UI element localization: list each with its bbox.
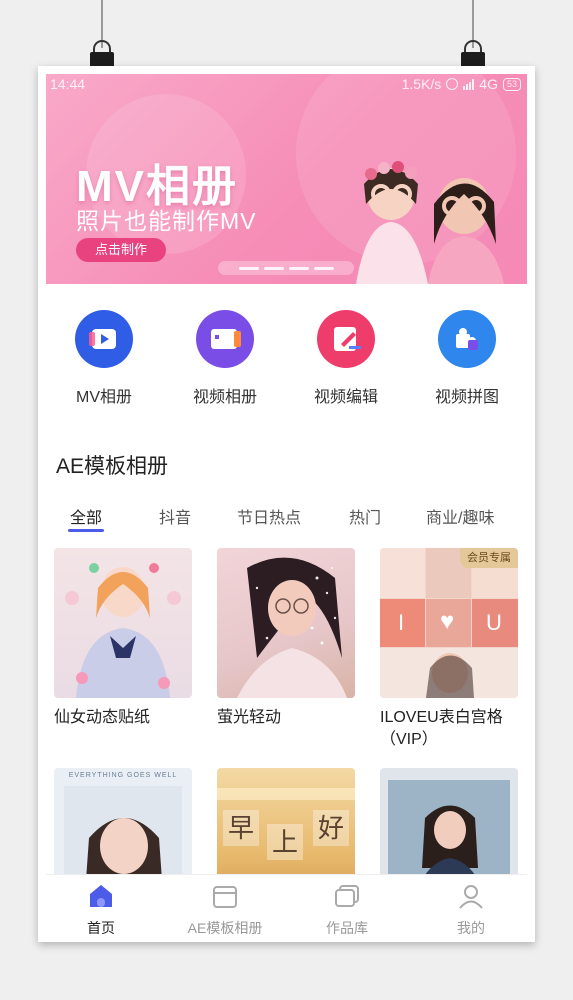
nav-home[interactable]: 首页 [46, 883, 156, 934]
grid-letter: U [486, 610, 502, 635]
nav-profile[interactable]: 我的 [416, 883, 526, 934]
banner-girls-photo [356, 161, 504, 284]
morning-char: 早 [223, 810, 259, 846]
nav-label: 我的 [457, 920, 485, 934]
promo-banner[interactable]: 14:44 1.5K/s 4G 53 MV相册 照片也能制作MV 点击制作 [46, 74, 527, 284]
template-thumbnail [54, 548, 192, 698]
status-bar: 14:44 1.5K/s 4G 53 [46, 74, 527, 96]
quick-action-label: 视频相册 [192, 389, 257, 406]
nav-ae-template[interactable]: AE模板相册 [170, 883, 280, 934]
battery-icon: 53 [502, 77, 521, 91]
quick-action-video-album[interactable]: 视频相册 [170, 310, 280, 407]
quick-actions-bar: MV相册 视频相册 视频编辑 视频拼图 [46, 284, 527, 434]
quick-action-video-puzzle[interactable]: 视频拼图 [412, 310, 522, 407]
template-card[interactable]: 萤光轻动 [217, 548, 355, 729]
quick-action-label: MV相册 [75, 389, 132, 406]
alarm-icon [446, 78, 459, 90]
bottom-navigation: 首页 AE模板相册 作品库 我的 [46, 874, 527, 934]
carousel-indicator [218, 261, 354, 275]
template-thumbnail [217, 548, 355, 698]
category-tabs: 全部 抖音 节日热点 热门 商业/趣味 [46, 504, 527, 538]
morning-char: 上 [267, 824, 303, 860]
banner-subtitle: 照片也能制作MV [76, 208, 257, 234]
tab-douyin[interactable]: 抖音 [159, 504, 191, 528]
tab-holiday[interactable]: 节日热点 [237, 504, 301, 528]
active-tab-indicator [68, 529, 104, 532]
network-type: 4G [479, 76, 498, 92]
ae-template-section: AE模板相册 全部 抖音 节日热点 热门 商业/趣味 仙女动态贴纸 萤光轻动 I… [46, 434, 527, 934]
morning-char: 好 [313, 810, 349, 846]
card-overlay-text: EVERYTHING GOES WELL [68, 772, 178, 779]
heart-icon: ♥ [440, 608, 455, 635]
video-album-icon [196, 310, 254, 368]
tab-all[interactable]: 全部 [70, 504, 102, 528]
nav-label: 首页 [87, 920, 115, 934]
signal-icon [463, 78, 475, 90]
video-edit-icon [317, 310, 375, 368]
phone-screen: 14:44 1.5K/s 4G 53 MV相册 照片也能制作MV 点击制作 MV… [46, 74, 527, 934]
template-card[interactable]: 仙女动态贴纸 [54, 548, 192, 729]
template-card[interactable]: I ♥ U 会员专属 ILOVEU表白宫格（VIP） [380, 548, 518, 751]
template-title: 仙女动态贴纸 [54, 709, 151, 726]
quick-action-label: 视频编辑 [313, 389, 378, 406]
tab-business-fun[interactable]: 商业/趣味 [426, 504, 494, 528]
tab-hot[interactable]: 热门 [349, 504, 381, 528]
nav-library[interactable]: 作品库 [292, 883, 402, 934]
profile-icon [459, 885, 483, 909]
video-puzzle-icon [438, 310, 496, 368]
nav-label: 作品库 [326, 920, 368, 934]
status-time: 14:44 [50, 76, 86, 92]
library-icon [335, 885, 359, 907]
quick-action-video-edit[interactable]: 视频编辑 [291, 310, 401, 407]
grid-letter: I [398, 610, 405, 635]
vip-badge: 会员专属 [460, 548, 518, 568]
poster-frame: 14:44 1.5K/s 4G 53 MV相册 照片也能制作MV 点击制作 MV… [38, 66, 535, 942]
mv-album-icon [75, 310, 133, 368]
network-speed: 1.5K/s [401, 76, 442, 92]
home-icon [90, 885, 112, 907]
quick-action-mv-album[interactable]: MV相册 [49, 310, 159, 407]
banner-cta-button[interactable]: 点击制作 [76, 238, 166, 262]
template-box-icon [213, 886, 237, 908]
section-title: AE模板相册 [56, 455, 169, 478]
template-thumbnail: I ♥ U 会员专属 [380, 548, 518, 698]
nav-label: AE模板相册 [187, 920, 263, 934]
template-title: ILOVEU表白宫格（VIP） [380, 709, 503, 748]
template-title: 萤光轻动 [217, 709, 282, 726]
quick-action-label: 视频拼图 [434, 389, 499, 406]
